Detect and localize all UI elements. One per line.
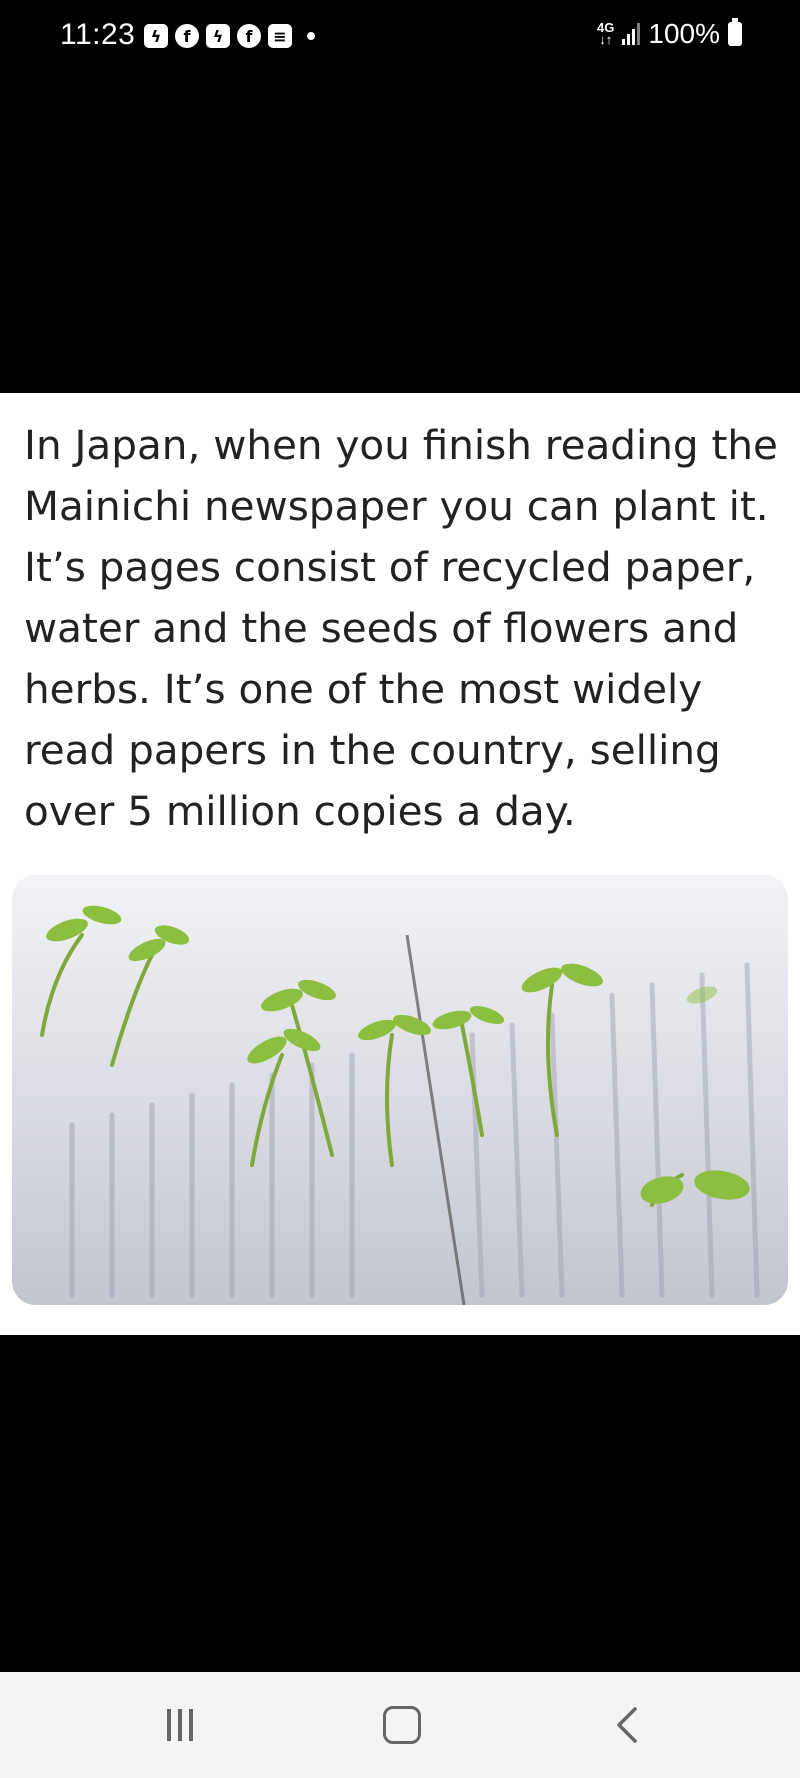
dot-icon	[307, 32, 315, 40]
home-button[interactable]	[362, 1702, 442, 1748]
post-card: In Japan, when you finish reading the Ma…	[0, 393, 800, 1335]
facebook-icon: f	[237, 24, 261, 48]
newspaper-sprouts-image	[12, 875, 788, 1305]
battery-percent: 100%	[648, 18, 720, 49]
system-status: 4G ↓↑ 100%	[597, 18, 742, 50]
back-button[interactable]	[587, 1702, 667, 1748]
network-arrows: ↓↑	[599, 32, 613, 47]
messenger-icon: ϟ	[206, 24, 230, 48]
home-icon	[383, 1706, 421, 1744]
status-time: 11:23	[60, 18, 136, 51]
notification-icons: ϟ f ϟ f ≡	[144, 24, 315, 48]
network-indicator: 4G ↓↑	[597, 21, 614, 47]
news-icon: ≡	[268, 24, 292, 48]
back-icon	[617, 1707, 637, 1743]
messenger-icon: ϟ	[144, 24, 168, 48]
post-text: In Japan, when you finish reading the Ma…	[24, 421, 778, 835]
status-bar: 11:23 ϟ f ϟ f ≡ 4G ↓↑ 100%	[0, 0, 800, 72]
facebook-icon: f	[175, 24, 199, 48]
battery-icon	[728, 18, 742, 46]
navigation-bar	[0, 1672, 800, 1778]
signal-icon	[622, 23, 641, 45]
recents-button[interactable]	[140, 1702, 220, 1748]
sprouts-illustration	[12, 875, 788, 1305]
recents-icon	[167, 1709, 171, 1741]
